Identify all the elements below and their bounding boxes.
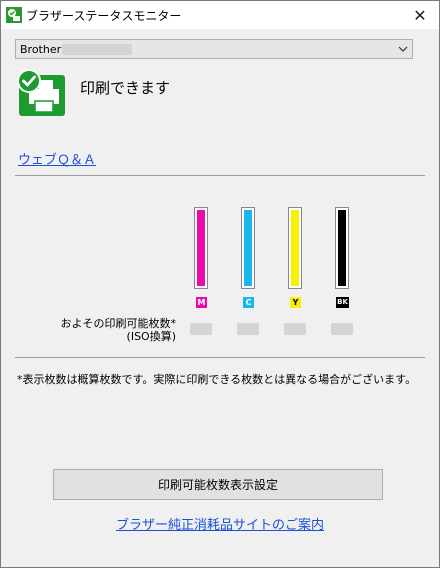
page-count-yellow [284, 323, 306, 335]
ink-tube-magenta [194, 207, 208, 289]
genuine-supplies-link[interactable]: ブラザー純正消耗品サイトのご案内 [1, 514, 439, 533]
ink-label-yellow: Y [290, 297, 301, 308]
page-count-label: およその印刷可能枚数* (ISO換算) [21, 317, 177, 343]
window-title: ブラザーステータスモニター [26, 9, 182, 23]
ink-level-cyan [244, 210, 252, 286]
printer-status-text: 印刷できます [80, 79, 171, 97]
page-count-cyan [237, 323, 259, 335]
web-qa-link[interactable]: ウェブＱ＆Ａ [18, 149, 96, 168]
ink-label-cyan: C [243, 297, 254, 308]
ink-label-black: BK [336, 297, 349, 308]
estimate-note: *表示枚数は概算枚数です。実際に印刷できる枚数とは異なる場合がございます。 [17, 373, 417, 386]
page-count-label-line2: (ISO換算) [126, 330, 176, 343]
chevron-down-icon [398, 46, 408, 52]
page-count-black [331, 323, 353, 335]
ink-tube-black [335, 207, 349, 289]
ink-level-yellow [291, 210, 299, 286]
printer-select[interactable]: Brother [15, 39, 413, 59]
title-bar[interactable]: ブラザーステータスモニター ✕ [1, 1, 439, 29]
ink-level-black [338, 210, 346, 286]
divider [15, 357, 425, 358]
divider [15, 175, 425, 176]
printer-select-value: Brother [20, 43, 62, 56]
ink-label-magenta: M [196, 297, 207, 308]
ink-tube-cyan [241, 207, 255, 289]
status-monitor-window: ブラザーステータスモニター ✕ Brother 印刷できます ウェブＱ＆Ａ M … [0, 0, 440, 568]
page-count-magenta [190, 323, 212, 335]
page-count-label-line1: およその印刷可能枚数* [60, 317, 177, 330]
close-button[interactable]: ✕ [401, 1, 439, 29]
ink-level-magenta [197, 210, 205, 286]
ink-tube-yellow [288, 207, 302, 289]
app-icon [6, 7, 22, 23]
display-settings-button[interactable]: 印刷可能枚数表示設定 [53, 469, 383, 500]
printer-ready-icon [17, 69, 65, 116]
close-icon: ✕ [413, 5, 427, 25]
redacted-model-name [62, 44, 132, 55]
